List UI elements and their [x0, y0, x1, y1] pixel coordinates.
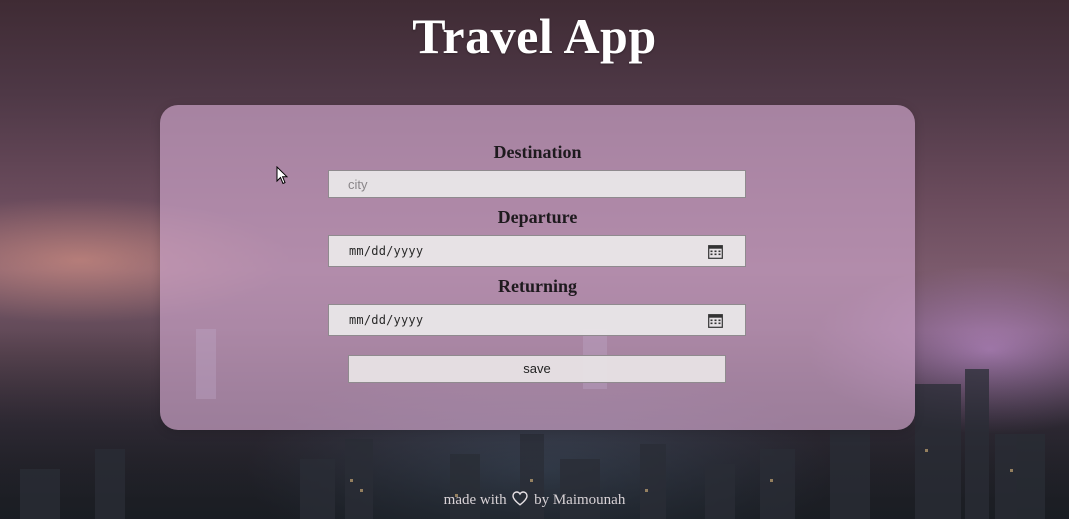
- destination-field-wrapper: [328, 170, 746, 198]
- page-title: Travel App: [412, 8, 657, 64]
- calendar-icon[interactable]: [708, 313, 723, 328]
- departure-date-input[interactable]: mm/dd/yyyy: [328, 235, 746, 267]
- destination-input[interactable]: [329, 171, 745, 197]
- calendar-icon[interactable]: [708, 244, 723, 259]
- trip-form-card: Destination Departure mm/dd/yyyy Returni…: [160, 105, 915, 430]
- departure-date-value: mm/dd/yyyy: [349, 244, 424, 258]
- departure-label: Departure: [497, 207, 578, 227]
- heart-outline-icon: [512, 491, 529, 506]
- footer-author: by Maimounah: [534, 492, 626, 508]
- mouse-cursor-icon: [276, 166, 288, 185]
- footer: made with by Maimounah: [0, 491, 1069, 509]
- returning-label: Returning: [497, 276, 577, 296]
- returning-date-value: mm/dd/yyyy: [349, 313, 424, 327]
- destination-label: Destination: [493, 142, 582, 162]
- returning-date-input[interactable]: mm/dd/yyyy: [328, 304, 746, 336]
- save-button[interactable]: save: [348, 355, 726, 383]
- footer-prefix: made with: [443, 492, 507, 508]
